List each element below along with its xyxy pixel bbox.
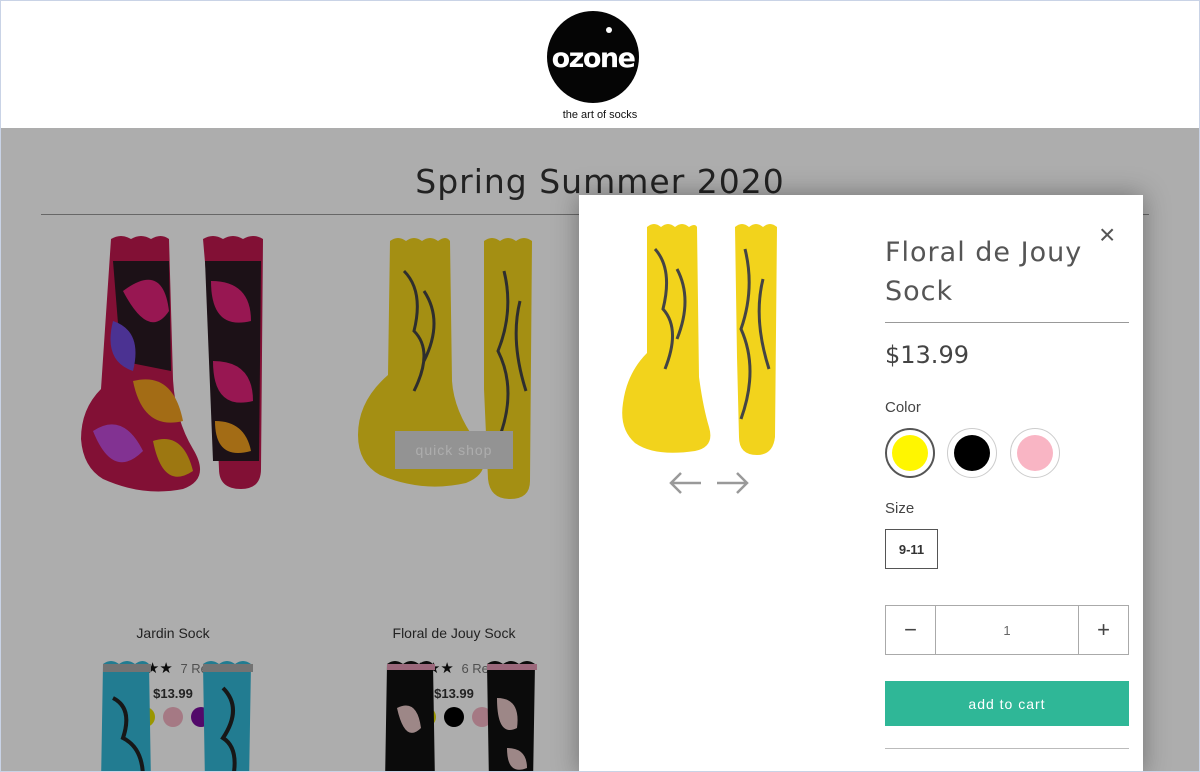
bottom-divider — [885, 748, 1129, 749]
quick-shop-modal: × Floral de Jouy Sock $13.99 Color Size … — [579, 195, 1143, 771]
quantity-stepper: − + — [885, 605, 1129, 655]
color-option-pink[interactable] — [1010, 428, 1060, 478]
decrease-quantity-button[interactable]: − — [886, 606, 936, 654]
increase-quantity-button[interactable]: + — [1078, 606, 1128, 654]
color-option-black[interactable] — [947, 428, 997, 478]
modal-price: $13.99 — [885, 341, 969, 369]
title-divider — [885, 322, 1129, 323]
color-label: Color — [885, 399, 921, 416]
swatch-fill — [892, 435, 928, 471]
modal-product-image[interactable] — [615, 219, 801, 459]
brand-tagline: the art of socks — [562, 109, 638, 121]
swatch-fill — [1017, 435, 1053, 471]
page-frame: ozone the art of socks Spring Summer 202… — [0, 0, 1200, 772]
brand-logo[interactable]: ozone — [547, 11, 639, 103]
quantity-input[interactable] — [936, 606, 1078, 654]
prev-arrow-icon[interactable] — [667, 471, 703, 495]
site-header: ozone the art of socks — [1, 1, 1199, 128]
logo-dot — [606, 27, 612, 33]
next-arrow-icon[interactable] — [715, 471, 751, 495]
add-to-cart-button[interactable]: add to cart — [885, 681, 1129, 726]
logo-text: ozone — [551, 42, 636, 74]
swatch-fill — [954, 435, 990, 471]
size-option[interactable]: 9-11 — [885, 529, 938, 569]
color-option-yellow[interactable] — [885, 428, 935, 478]
modal-product-title: Floral de Jouy Sock — [885, 237, 1083, 307]
size-label: Size — [885, 500, 915, 517]
